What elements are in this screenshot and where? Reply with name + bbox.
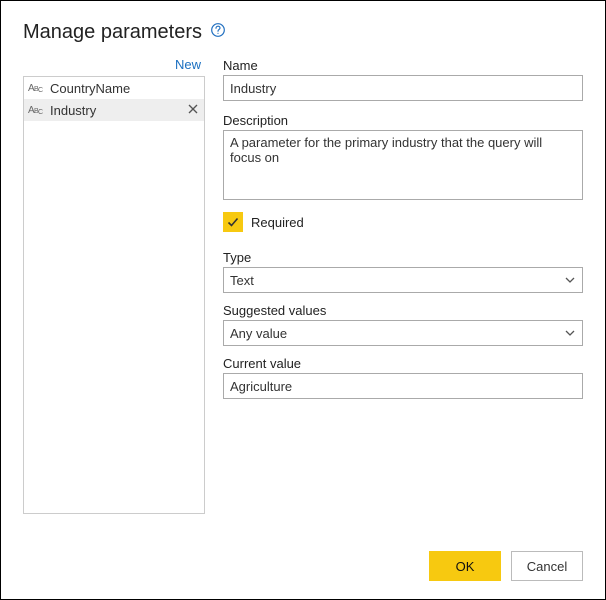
type-select[interactable] [223,267,583,293]
parameter-form: Name Description A parameter for the pri… [223,56,583,514]
close-icon[interactable] [186,102,200,119]
suggested-values-label: Suggested values [223,303,583,318]
parameter-item[interactable]: ABC Industry [24,99,204,121]
dialog-header: Manage parameters [23,21,583,44]
parameter-label: Industry [50,103,182,118]
suggested-values-select[interactable] [223,320,583,346]
cancel-button[interactable]: Cancel [511,551,583,581]
suggested-values-value[interactable] [223,320,583,346]
dialog-footer: OK Cancel [429,551,583,581]
dialog-title: Manage parameters [23,21,202,44]
type-value[interactable] [223,267,583,293]
svg-text:C: C [38,87,43,94]
description-input[interactable]: A parameter for the primary industry tha… [223,130,583,200]
current-value-input[interactable] [223,373,583,399]
check-icon [226,215,240,229]
text-type-icon: ABC [28,102,46,119]
text-type-icon: ABC [28,80,46,97]
required-label: Required [251,215,304,230]
parameters-list: ABC CountryName ABC Industry [23,76,205,514]
description-label: Description [223,113,583,128]
parameter-label: CountryName [50,81,200,96]
manage-parameters-dialog: Manage parameters New ABC CountryName [0,0,606,600]
parameter-item[interactable]: ABC CountryName [24,77,204,99]
ok-button[interactable]: OK [429,551,501,581]
svg-text:C: C [38,109,43,116]
help-icon[interactable] [210,22,226,43]
current-value-label: Current value [223,356,583,371]
required-checkbox[interactable] [223,212,243,232]
new-parameter-link[interactable]: New [175,57,201,72]
name-label: Name [223,58,583,73]
parameters-sidebar: New ABC CountryName ABC Industry [23,56,205,514]
name-input[interactable] [223,75,583,101]
type-label: Type [223,250,583,265]
